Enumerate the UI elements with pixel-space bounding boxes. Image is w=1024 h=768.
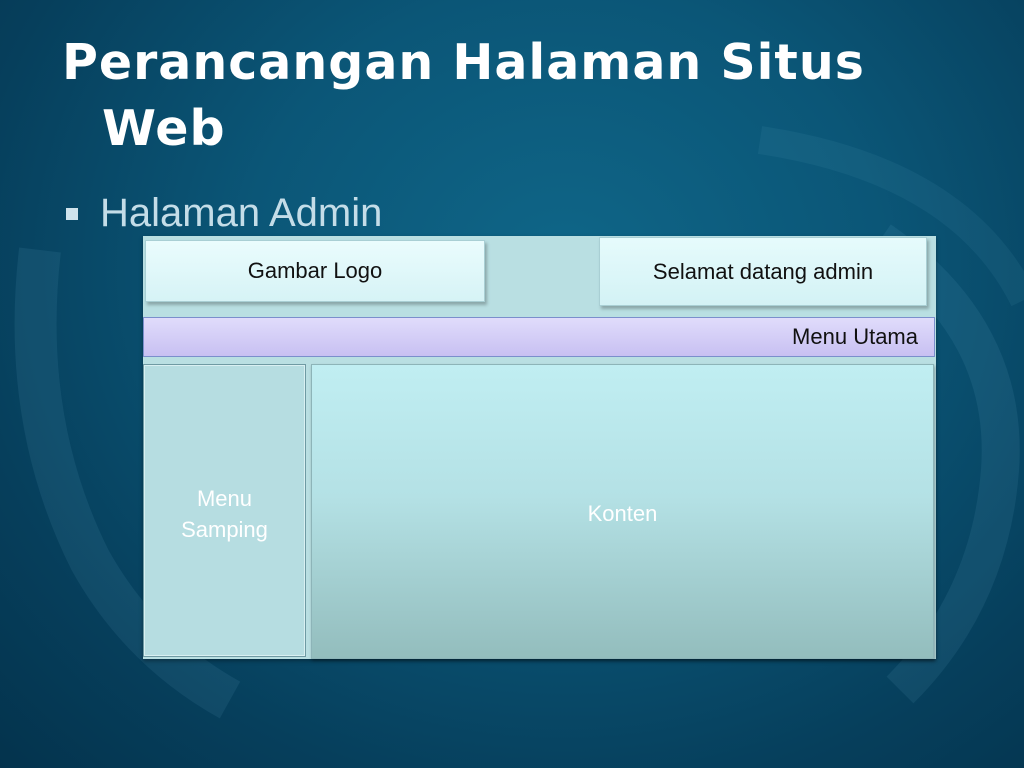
main-menu-bar: Menu Utama: [143, 317, 935, 357]
side-menu-placeholder: Menu Samping: [143, 364, 306, 657]
side-menu-label-line1: Menu: [196, 486, 253, 511]
content-label: Konten: [587, 501, 658, 526]
square-bullet-icon: [66, 208, 78, 220]
content-placeholder: Konten: [311, 364, 934, 659]
side-menu-label: Menu Samping: [181, 483, 268, 545]
slide-title-line1: Perancangan Halaman Situs: [62, 34, 865, 91]
slide-title: Perancangan Halaman Situs Web: [62, 30, 982, 162]
bullet-text: Halaman Admin: [100, 191, 383, 235]
slide-title-line2: Web: [102, 100, 226, 157]
welcome-placeholder-label: Selamat datang admin: [652, 258, 874, 284]
bullet-item: Halaman Admin: [66, 188, 382, 238]
side-menu-label-line2: Samping: [181, 517, 268, 542]
welcome-placeholder: Selamat datang admin: [599, 237, 927, 306]
logo-placeholder: Gambar Logo: [145, 240, 485, 302]
main-menu-label: Menu Utama: [792, 324, 918, 349]
logo-placeholder-label: Gambar Logo: [247, 258, 383, 283]
